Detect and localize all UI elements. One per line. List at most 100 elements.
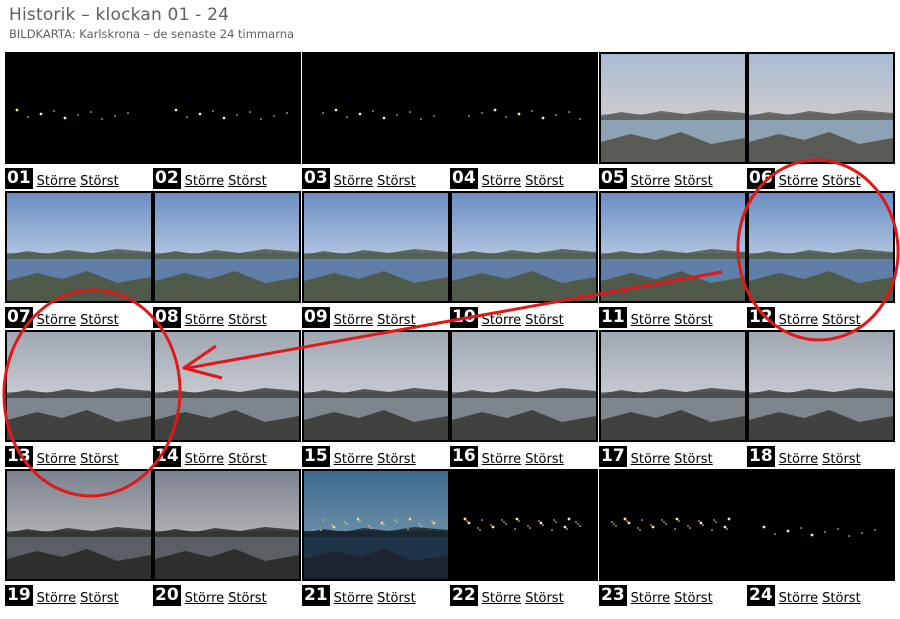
- larger-link[interactable]: Större: [631, 313, 670, 328]
- webcam-thumbnail-image[interactable]: [599, 52, 747, 164]
- largest-link[interactable]: Störst: [377, 452, 416, 467]
- larger-link[interactable]: Större: [482, 452, 521, 467]
- thumbnail-caption: 07 Större Störst: [5, 306, 119, 328]
- largest-link[interactable]: Störst: [674, 452, 713, 467]
- webcam-thumbnail-image[interactable]: [153, 330, 301, 442]
- thumbnail-caption: 13 Större Störst: [5, 445, 119, 467]
- hour-label: 13: [5, 446, 33, 467]
- largest-link[interactable]: Störst: [674, 591, 713, 606]
- webcam-thumbnail-image[interactable]: [747, 52, 895, 164]
- largest-link[interactable]: Störst: [80, 591, 119, 606]
- webcam-thumbnail-image[interactable]: [747, 191, 895, 303]
- thumbnail-cell: 16 Större Störst: [450, 330, 598, 469]
- webcam-thumbnail-image[interactable]: [450, 330, 598, 442]
- thumbnail-cell: 17 Större Störst: [599, 330, 747, 469]
- hour-label: 18: [747, 446, 775, 467]
- webcam-thumbnail-image[interactable]: [450, 191, 598, 303]
- thumbnail-cell: 08 Större Störst: [153, 191, 301, 330]
- thumbnail-cell: 11 Större Störst: [599, 191, 747, 330]
- largest-link[interactable]: Störst: [525, 174, 564, 189]
- thumbnail-cell: 15 Större Störst: [302, 330, 450, 469]
- thumbnail-cell: 18 Större Störst: [747, 330, 895, 469]
- larger-link[interactable]: Större: [37, 452, 76, 467]
- larger-link[interactable]: Större: [185, 313, 224, 328]
- thumbnail-cell: 06 Större Störst: [747, 52, 895, 191]
- hour-label: 24: [747, 585, 775, 606]
- webcam-thumbnail-image[interactable]: [153, 52, 301, 164]
- webcam-thumbnail-image[interactable]: [5, 469, 153, 581]
- larger-link[interactable]: Större: [779, 452, 818, 467]
- webcam-thumbnail-image[interactable]: [302, 52, 450, 164]
- webcam-thumbnail-image[interactable]: [5, 330, 153, 442]
- largest-link[interactable]: Störst: [822, 313, 861, 328]
- webcam-thumbnail-image[interactable]: [599, 191, 747, 303]
- largest-link[interactable]: Störst: [80, 452, 119, 467]
- thumbnail-cell: 07 Större Störst: [5, 191, 153, 330]
- largest-link[interactable]: Störst: [822, 591, 861, 606]
- webcam-thumbnail-image[interactable]: [599, 330, 747, 442]
- thumbnail-caption: 06 Större Störst: [747, 167, 861, 189]
- largest-link[interactable]: Störst: [674, 174, 713, 189]
- webcam-thumbnail-image[interactable]: [450, 469, 598, 581]
- largest-link[interactable]: Störst: [228, 174, 267, 189]
- larger-link[interactable]: Större: [37, 591, 76, 606]
- largest-link[interactable]: Störst: [822, 452, 861, 467]
- webcam-thumbnail-image[interactable]: [450, 52, 598, 164]
- larger-link[interactable]: Större: [482, 313, 521, 328]
- largest-link[interactable]: Störst: [80, 174, 119, 189]
- larger-link[interactable]: Större: [334, 174, 373, 189]
- largest-link[interactable]: Störst: [228, 452, 267, 467]
- largest-link[interactable]: Störst: [228, 313, 267, 328]
- thumbnail-caption: 04 Större Störst: [450, 167, 564, 189]
- webcam-thumbnail-image[interactable]: [747, 330, 895, 442]
- thumbnail-caption: 17 Större Störst: [599, 445, 713, 467]
- webcam-thumbnail-image[interactable]: [5, 191, 153, 303]
- page-header: Historik – klockan 01 - 24 BILDKARTA: Ka…: [9, 5, 294, 42]
- hour-label: 20: [153, 585, 181, 606]
- larger-link[interactable]: Större: [334, 313, 373, 328]
- largest-link[interactable]: Störst: [377, 591, 416, 606]
- webcam-thumbnail-image[interactable]: [302, 191, 450, 303]
- larger-link[interactable]: Större: [631, 452, 670, 467]
- larger-link[interactable]: Större: [779, 174, 818, 189]
- larger-link[interactable]: Större: [779, 591, 818, 606]
- larger-link[interactable]: Större: [631, 174, 670, 189]
- thumbnail-caption: 03 Större Störst: [302, 167, 416, 189]
- thumbnail-cell: 03 Större Störst: [302, 52, 450, 191]
- largest-link[interactable]: Störst: [674, 313, 713, 328]
- larger-link[interactable]: Större: [185, 452, 224, 467]
- webcam-thumbnail-image[interactable]: [153, 191, 301, 303]
- webcam-thumbnail-image[interactable]: [599, 469, 747, 581]
- largest-link[interactable]: Störst: [525, 452, 564, 467]
- hour-label: 06: [747, 168, 775, 189]
- larger-link[interactable]: Större: [334, 452, 373, 467]
- largest-link[interactable]: Störst: [377, 174, 416, 189]
- larger-link[interactable]: Större: [631, 591, 670, 606]
- hour-label: 23: [599, 585, 627, 606]
- largest-link[interactable]: Störst: [525, 591, 564, 606]
- larger-link[interactable]: Större: [185, 591, 224, 606]
- larger-link[interactable]: Större: [482, 174, 521, 189]
- larger-link[interactable]: Större: [779, 313, 818, 328]
- largest-link[interactable]: Störst: [525, 313, 564, 328]
- largest-link[interactable]: Störst: [377, 313, 416, 328]
- larger-link[interactable]: Större: [37, 174, 76, 189]
- largest-link[interactable]: Störst: [228, 591, 267, 606]
- thumbnail-cell: 05 Större Störst: [599, 52, 747, 191]
- larger-link[interactable]: Större: [37, 313, 76, 328]
- thumbnail-caption: 01 Större Störst: [5, 167, 119, 189]
- hour-label: 09: [302, 307, 330, 328]
- webcam-thumbnail-image[interactable]: [153, 469, 301, 581]
- larger-link[interactable]: Större: [482, 591, 521, 606]
- largest-link[interactable]: Störst: [80, 313, 119, 328]
- larger-link[interactable]: Större: [334, 591, 373, 606]
- webcam-thumbnail-image[interactable]: [302, 469, 450, 581]
- larger-link[interactable]: Större: [185, 174, 224, 189]
- largest-link[interactable]: Störst: [822, 174, 861, 189]
- hour-label: 05: [599, 168, 627, 189]
- thumbnail-caption: 24 Större Störst: [747, 584, 861, 606]
- hour-label: 03: [302, 168, 330, 189]
- webcam-thumbnail-image[interactable]: [5, 52, 153, 164]
- webcam-thumbnail-image[interactable]: [302, 330, 450, 442]
- webcam-thumbnail-image[interactable]: [747, 469, 895, 581]
